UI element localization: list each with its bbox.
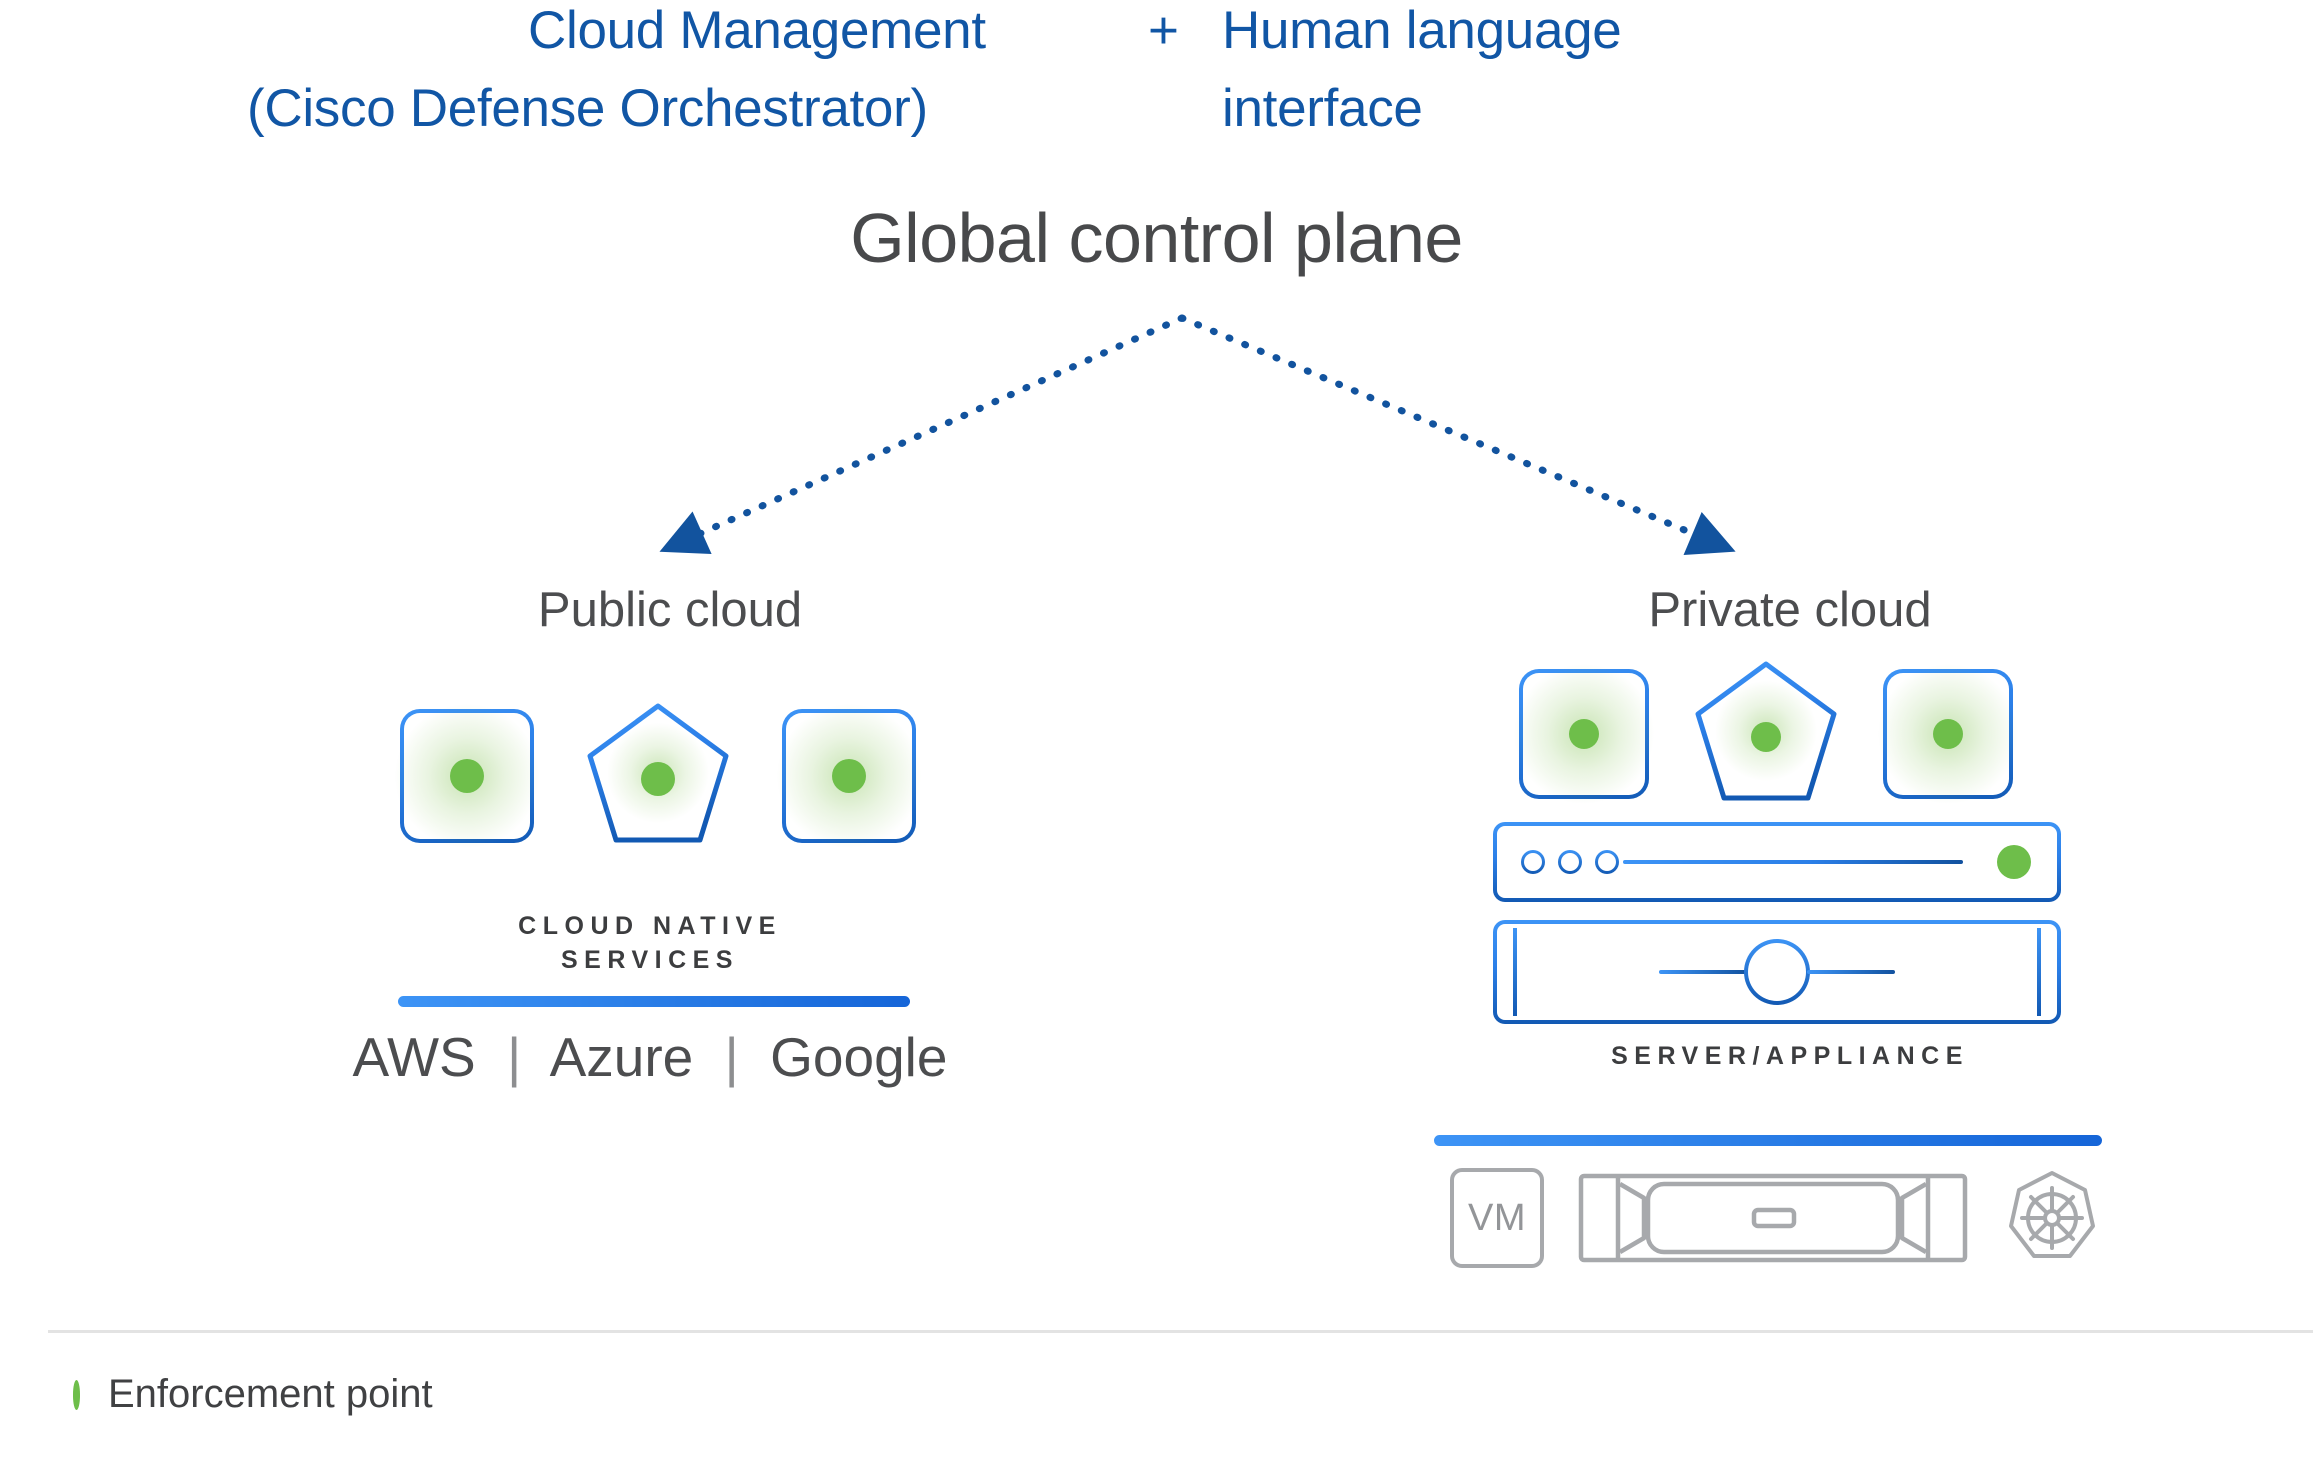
legend-label: Enforcement point	[108, 1372, 433, 1416]
rack-dial-icon	[1744, 939, 1810, 1005]
page-title: Global control plane	[850, 199, 1463, 277]
enforcement-point-dot	[641, 762, 675, 797]
private-cloud-nodes	[1486, 636, 2046, 832]
private-cloud-platforms: VM	[1450, 1168, 2102, 1268]
header-plus-symbol: +	[1148, 1, 1179, 60]
caption-line-1: CLOUD NATIVE	[518, 912, 782, 940]
enforcement-point-dot	[832, 759, 866, 793]
public-cloud-nodes	[366, 675, 950, 877]
arrow-to-private-cloud	[1178, 314, 1736, 555]
rack-led-group	[1521, 850, 1619, 874]
server-appliance-caption: SERVER/APPLIANCE	[1611, 1042, 1969, 1070]
header-cloud-management-line: Cloud Management	[528, 1, 986, 60]
kubernetes-icon	[2009, 1171, 2095, 1258]
legend: Enforcement point	[46, 1372, 433, 1417]
public-node-square-1[interactable]	[366, 675, 568, 877]
arrow-to-public-cloud	[659, 314, 1186, 555]
private-node-heptagon[interactable]	[1687, 658, 1845, 810]
public-cloud-divider	[398, 996, 910, 1007]
vendor-aws: AWS	[352, 1026, 476, 1088]
header-interface-line: interface	[1222, 79, 1423, 138]
server-rack-with-leds[interactable]	[1493, 822, 2061, 902]
vendor-separator-2: |	[724, 1026, 739, 1088]
rack-segment-right	[1807, 970, 1895, 974]
enforcement-point-dot	[1569, 719, 1599, 749]
rack-led-icon	[1595, 850, 1619, 874]
enforcement-point-dot	[1887, 807, 2031, 917]
vendor-separator-1: |	[507, 1026, 522, 1088]
enforcement-point-dot	[450, 759, 484, 793]
server-rack-with-dial[interactable]	[1493, 920, 2061, 1024]
private-cloud-divider	[1434, 1135, 2102, 1146]
private-cloud-label: Private cloud	[1648, 583, 1932, 637]
header: Cloud Management (Cisco Defense Orchestr…	[0, 0, 2313, 170]
cloud-native-services-caption: CLOUD NATIVE SERVICES	[340, 910, 960, 978]
public-cloud-vendors: AWS | Azure | Google	[230, 1025, 1070, 1089]
public-cloud-label: Public cloud	[537, 583, 803, 637]
vendor-azure: Azure	[549, 1026, 694, 1088]
vendor-google: Google	[770, 1026, 948, 1088]
rack-led-icon	[1521, 850, 1545, 874]
header-human-language-line: Human language	[1222, 1, 1622, 60]
server-appliance-icon	[1578, 1173, 1968, 1263]
caption-line-2: SERVICES	[561, 945, 739, 974]
legend-enforcement-dot	[46, 1378, 80, 1412]
enforcement-point-dot	[1751, 722, 1781, 753]
vm-icon: VM	[1450, 1168, 1544, 1268]
enforcement-point-dot	[1933, 719, 1963, 749]
header-cdo-line: (Cisco Defense Orchestrator)	[247, 79, 928, 138]
rack-segment-left	[1659, 970, 1747, 974]
rack-led-icon	[1558, 850, 1582, 874]
private-node-square-1[interactable]	[1486, 636, 1682, 832]
public-node-heptagon[interactable]	[579, 700, 737, 852]
footer-divider	[48, 1330, 2313, 1333]
rack-side-panel-right	[2037, 928, 2041, 1016]
public-node-square-2[interactable]	[748, 675, 950, 877]
private-node-square-2[interactable]	[1850, 636, 2046, 832]
rack-side-panel-left	[1513, 928, 1517, 1016]
